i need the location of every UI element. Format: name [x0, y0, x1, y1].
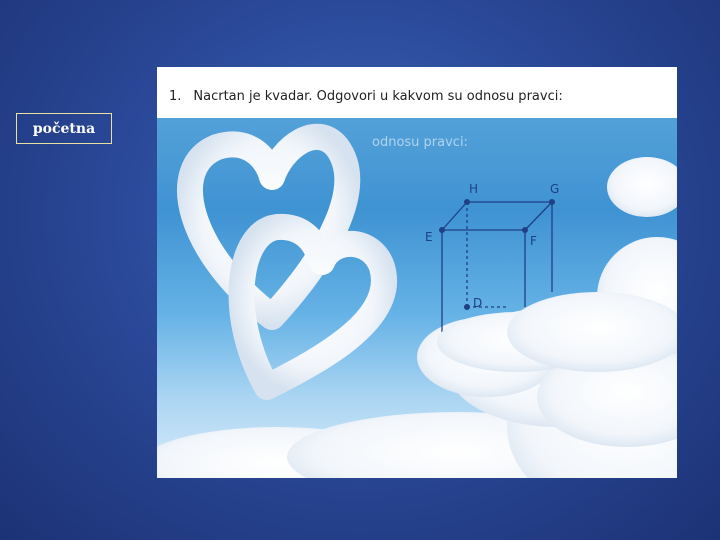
home-button-label: početna — [32, 120, 96, 137]
task-text: 1. Nacrtan je kvadar. Odgovori u kakvom s… — [169, 89, 563, 104]
vertex-label-d: D — [473, 296, 482, 310]
task-question: Nacrtan je kvadar. Odgovori u kakvom su … — [193, 89, 563, 104]
task-image: H G E F D odnosu pravci: 1. Nacrtan je kv… — [157, 67, 677, 478]
task-header: 1. Nacrtan je kvadar. Odgovori u kakvom s… — [157, 67, 677, 118]
vertex-label-h: H — [469, 182, 478, 196]
vertex-label-f: F — [530, 234, 537, 248]
sky-illustration: H G E F D — [157, 123, 677, 478]
task-number: 1. — [169, 89, 182, 104]
cuboid-vertices — [439, 199, 555, 310]
task-text-echo: odnosu pravci: — [372, 135, 468, 150]
vertex-label-e: E — [425, 230, 433, 244]
home-button[interactable]: početna — [16, 113, 112, 144]
vertex-label-g: G — [550, 182, 559, 196]
